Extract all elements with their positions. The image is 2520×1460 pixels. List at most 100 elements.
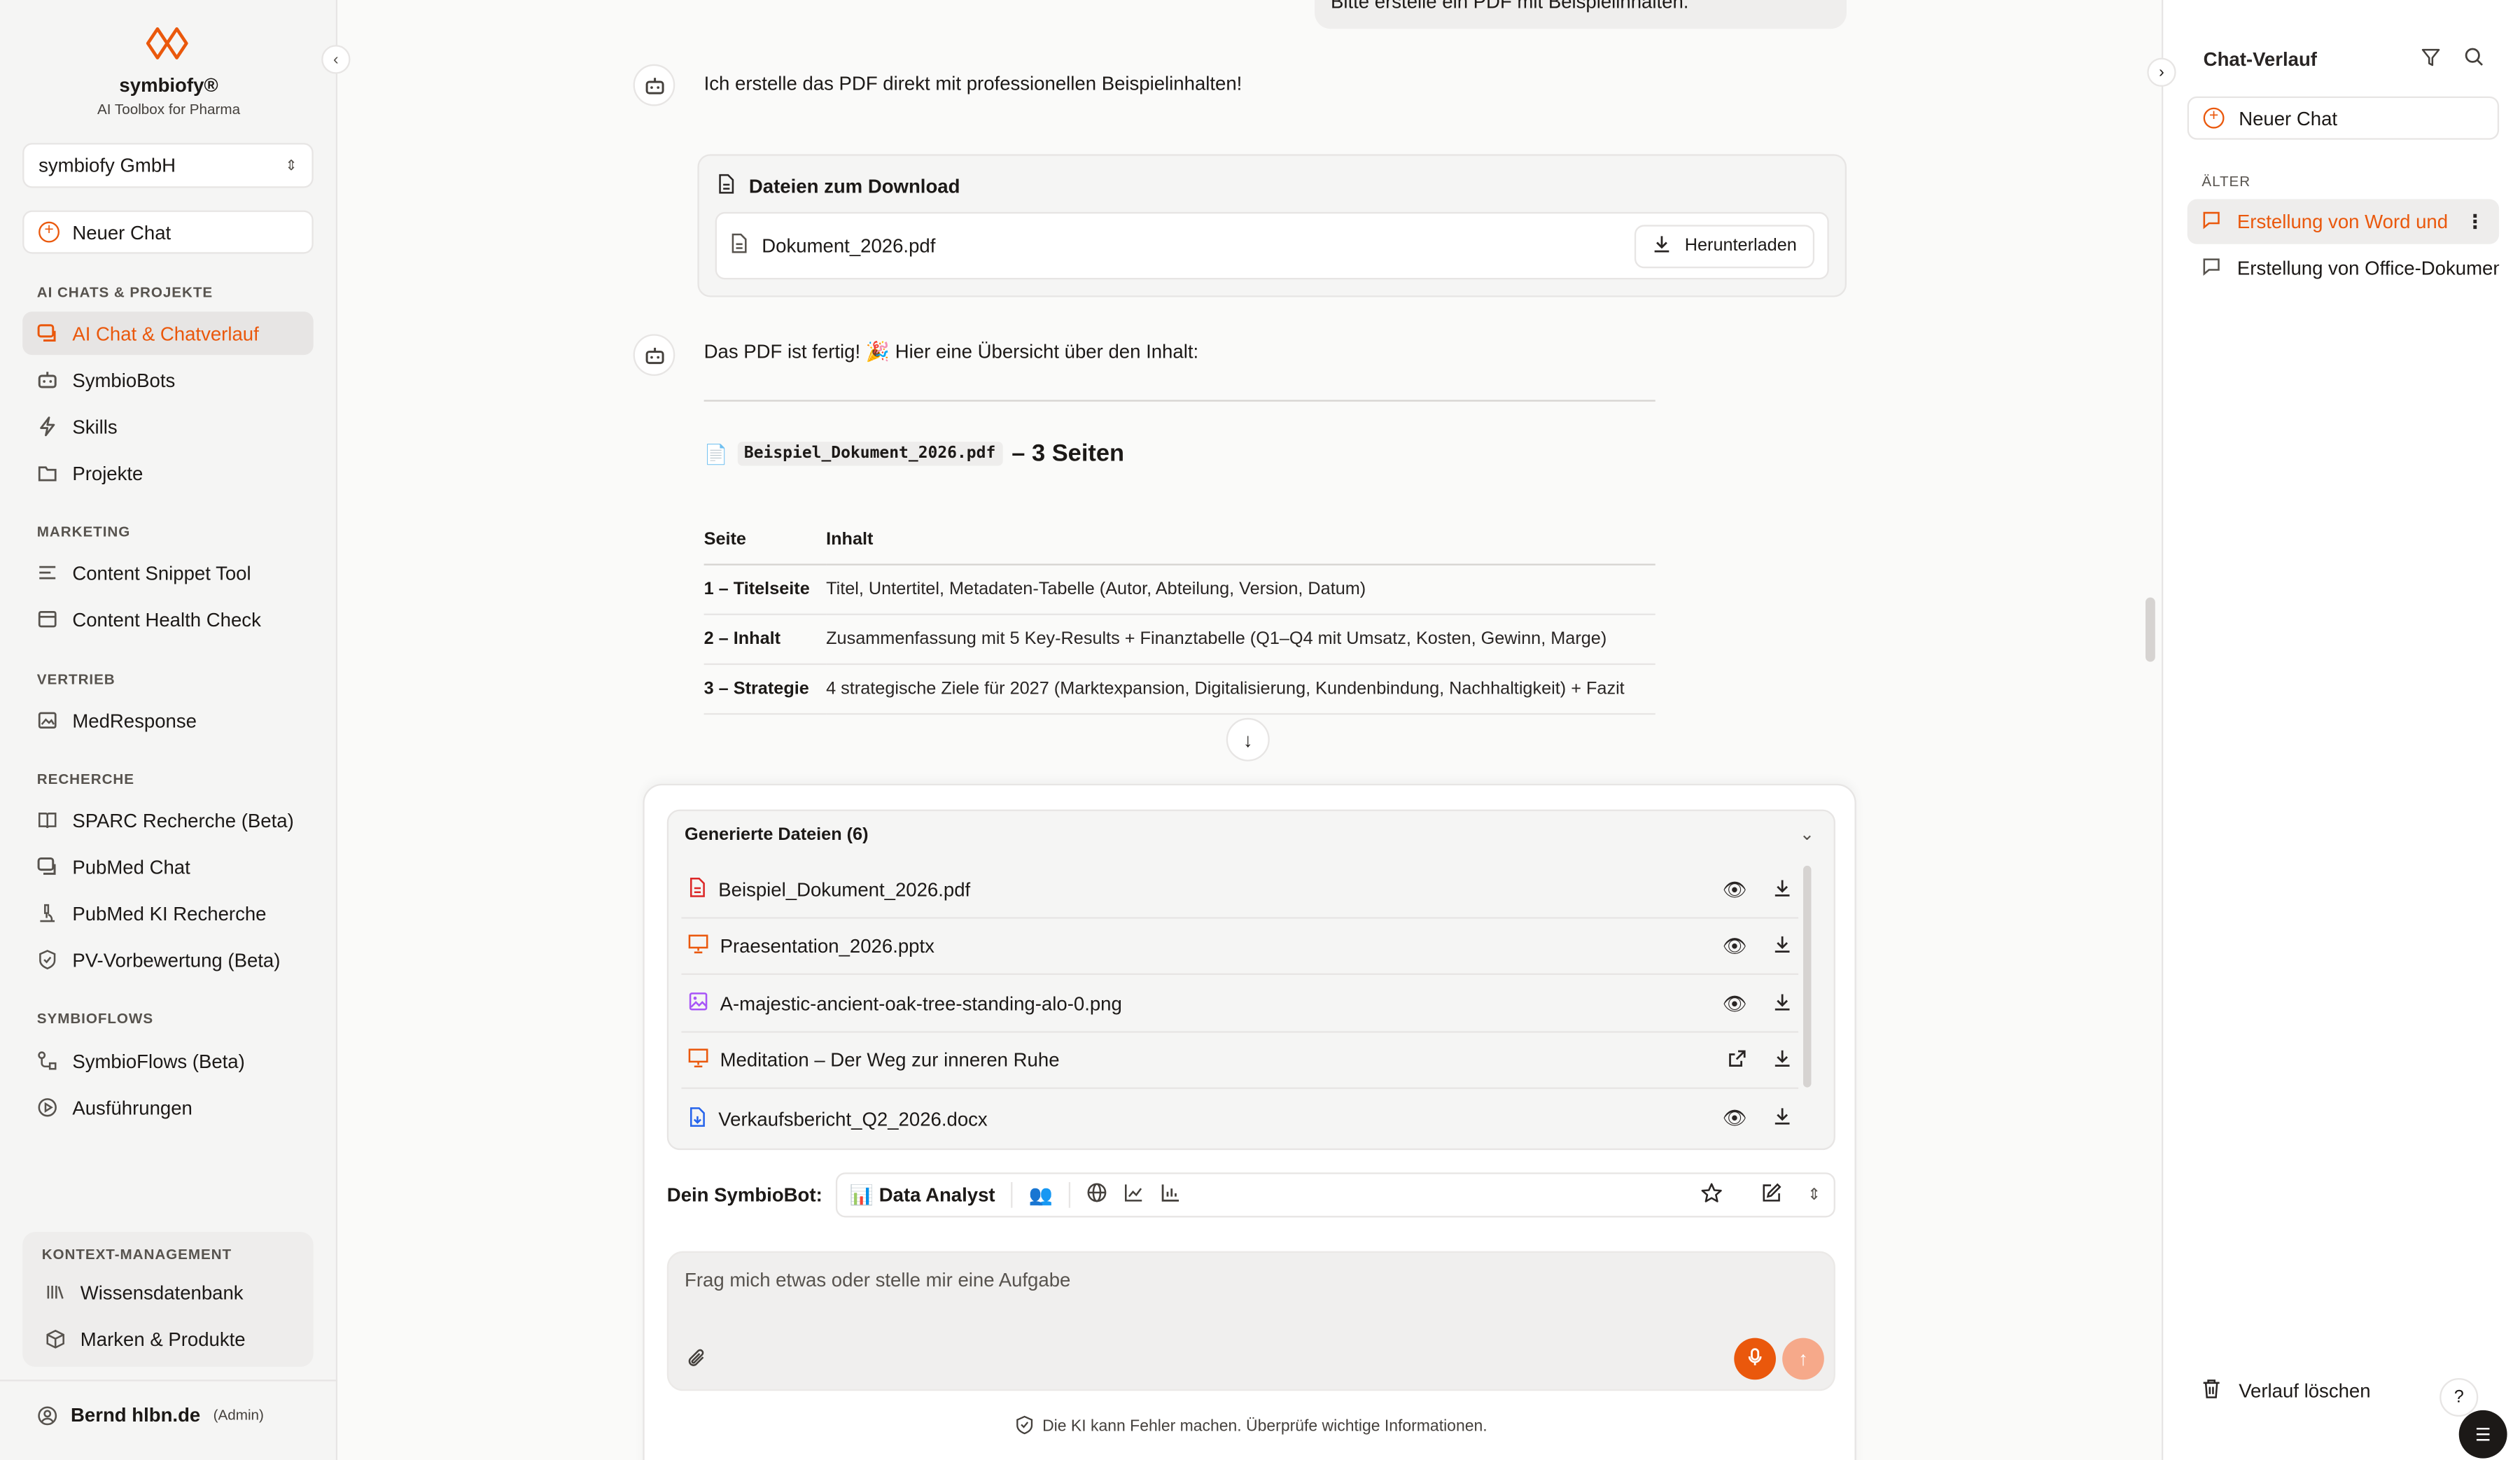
folder-icon (37, 463, 58, 484)
chat-history-toolbar (2421, 47, 2485, 73)
generated-file-row[interactable]: Beispiel_Dokument_2026.pdf 👁 (681, 862, 1799, 919)
send-button[interactable]: ↑ (1782, 1338, 1824, 1380)
sidebar-item-skills[interactable]: Skills (22, 405, 314, 448)
sidebar-item-marken[interactable]: Marken & Produkte (31, 1317, 306, 1361)
microphone-icon (1747, 1347, 1763, 1370)
download-icon[interactable] (1772, 1048, 1792, 1072)
bot-avatar-icon (633, 64, 676, 106)
pdf-file-icon (688, 877, 708, 903)
selected-bot-name: 📊 Data Analyst (849, 1184, 995, 1207)
download-button[interactable]: Herunterladen (1634, 224, 1815, 268)
bar-chart-icon[interactable] (1161, 1182, 1182, 1208)
sidebar-item-label: AI Chat & Chatverlauf (72, 322, 259, 345)
user-profile[interactable]: Bernd hlbn.de (Admin) (22, 1397, 314, 1432)
chat-icon (37, 323, 58, 344)
chat-scrollbar[interactable] (2146, 597, 2155, 662)
help-button[interactable]: ? (2440, 1377, 2479, 1417)
line-chart-icon[interactable] (1124, 1182, 1144, 1208)
download-icon[interactable] (1772, 878, 1792, 901)
table-header-cell: Seite (704, 524, 827, 566)
chevron-down-icon[interactable]: ⌄ (1800, 824, 1814, 845)
text-lines-icon (37, 562, 58, 583)
message-square-icon (2202, 209, 2221, 233)
paperclip-icon[interactable] (686, 1347, 707, 1373)
chevron-updown-icon[interactable]: ⇕ (1807, 1186, 1821, 1204)
download-file-row: Dokument_2026.pdf Herunterladen (715, 211, 1829, 280)
scroll-to-bottom-button[interactable]: ↓ (1226, 717, 1270, 761)
sidebar-item-label: SymbioFlows (Beta) (72, 1049, 245, 1072)
package-icon (45, 1328, 66, 1349)
sidebar-item-projekte[interactable]: Projekte (22, 451, 314, 495)
chat-history-panel: Chat-Verlauf + Neuer Chat ÄLTER Erstellu… (2161, 0, 2520, 1460)
history-new-chat-button[interactable]: + Neuer Chat (2187, 96, 2500, 140)
divider (704, 400, 1656, 402)
presentation-icon (688, 933, 709, 959)
generated-files-scrollbar[interactable] (1803, 865, 1812, 1088)
generated-file-row[interactable]: Verkaufsbericht_Q2_2026.docx 👁 (681, 1090, 1798, 1146)
sidebar-item-pv[interactable]: PV-Vorbewertung (Beta) (22, 938, 314, 981)
library-icon (45, 1282, 66, 1303)
history-item[interactable]: Erstellung von Office-Dokumenten (2188, 246, 2499, 290)
sidebar-item-ai-chat[interactable]: AI Chat & Chatverlauf (22, 311, 314, 356)
table-row: 1 – Titelseite Titel, Untertitel, Metada… (704, 564, 1656, 615)
prompt-input[interactable]: Frag mich etwas oder stelle mir eine Auf… (666, 1251, 1835, 1391)
sidebar-collapse-button[interactable]: ‹ (321, 45, 351, 74)
search-icon[interactable] (2464, 47, 2485, 73)
document-contents-table: Seite Inhalt 1 – Titelseite Titel, Unter… (704, 524, 1656, 715)
chat-icon (37, 856, 58, 877)
composer-panel: Generierte Dateien (6) ⌄ Beispiel_Dokume… (643, 783, 1856, 1460)
play-icon (37, 1097, 58, 1118)
plus-circle-icon: + (2203, 107, 2225, 129)
download-icon (1653, 234, 1672, 258)
sidebar-item-wissensdatenbank[interactable]: Wissensdatenbank (31, 1270, 306, 1314)
microphone-button[interactable] (1734, 1338, 1776, 1380)
generated-file-row[interactable]: A-majestic-ancient-oak-tree-standing-alo… (681, 976, 1799, 1033)
sidebar-item-content-snippet[interactable]: Content Snippet Tool (22, 551, 314, 594)
user-role: (Admin) (213, 1407, 264, 1424)
download-icon[interactable] (1772, 934, 1792, 957)
history-item-label: Erstellung von Word und (2236, 210, 2449, 233)
assistant-fab-button[interactable]: ☰ (2458, 1410, 2507, 1459)
sidebar-item-pubmed-chat[interactable]: PubMed Chat (22, 845, 314, 888)
section-title: VERTRIEB (36, 671, 115, 688)
sidebar-item-symbioflows[interactable]: SymbioFlows (Beta) (22, 1039, 314, 1083)
sidebar-item-pubmed-ki[interactable]: PubMed KI Recherche (22, 892, 314, 935)
sidebar-item-symbiobots[interactable]: SymbioBots (22, 358, 314, 402)
sidebar-item-ausfuehrungen[interactable]: Ausführungen (22, 1086, 314, 1129)
filter-icon[interactable] (2421, 47, 2442, 73)
more-vertical-icon[interactable]: ⋮ (2465, 211, 2485, 233)
sidebar-item-sparc[interactable]: SPARC Recherche (Beta) (22, 799, 314, 842)
new-chat-button[interactable]: + Neuer Chat (22, 210, 314, 254)
divider (0, 1380, 338, 1382)
sidebar: symbiofy® AI Toolbox for Pharma symbiofy… (0, 0, 338, 1460)
eye-icon[interactable]: 👁 (1723, 878, 1747, 901)
sidebar-item-medresponse[interactable]: MedResponse (22, 699, 314, 742)
history-panel-toggle[interactable]: › (2147, 57, 2176, 87)
external-link-icon[interactable] (1728, 1048, 1747, 1072)
eye-icon[interactable]: 👁 (1723, 1107, 1747, 1130)
table-cell: Titel, Untertitel, Metadaten-Tabelle (Au… (826, 564, 1656, 615)
sidebar-item-content-health[interactable]: Content Health Check (22, 598, 314, 641)
sidebar-item-label: PubMed Chat (72, 855, 190, 878)
history-new-chat-label: Neuer Chat (2239, 106, 2338, 129)
org-selector-value: symbiofy GmbH (38, 154, 176, 177)
download-icon[interactable] (1772, 1107, 1792, 1130)
chevron-updown-icon: ⇕ (285, 156, 298, 173)
table-cell: 4 strategische Ziele für 2027 (Marktexpa… (826, 664, 1656, 715)
star-icon[interactable] (1700, 1181, 1722, 1209)
history-item[interactable]: Erstellung von Word und ⋮ (2187, 199, 2500, 244)
eye-icon[interactable]: 👁 (1723, 992, 1747, 1016)
bot-message: Ich erstelle das PDF direkt mit professi… (704, 72, 1242, 95)
generated-file-row[interactable]: Praesentation_2026.pptx 👁 (681, 919, 1799, 975)
download-box: Dateien zum Download Dokument_2026.pdf H… (697, 154, 1847, 297)
edit-icon[interactable] (1760, 1182, 1782, 1208)
org-selector[interactable]: symbiofy GmbH ⇕ (22, 143, 314, 188)
symbiobot-selector[interactable]: 📊 Data Analyst 👥 ⇕ (835, 1172, 1835, 1218)
list-icon: ☰ (2474, 1425, 2491, 1445)
users-icon[interactable]: 👥 (1029, 1184, 1053, 1206)
globe-icon[interactable] (1086, 1182, 1107, 1208)
delete-history-button[interactable]: Verlauf löschen (2202, 1378, 2371, 1404)
download-icon[interactable] (1772, 992, 1792, 1016)
generated-file-row[interactable]: Meditation – Der Weg zur inneren Ruhe (681, 1033, 1799, 1089)
eye-icon[interactable]: 👁 (1723, 934, 1747, 957)
